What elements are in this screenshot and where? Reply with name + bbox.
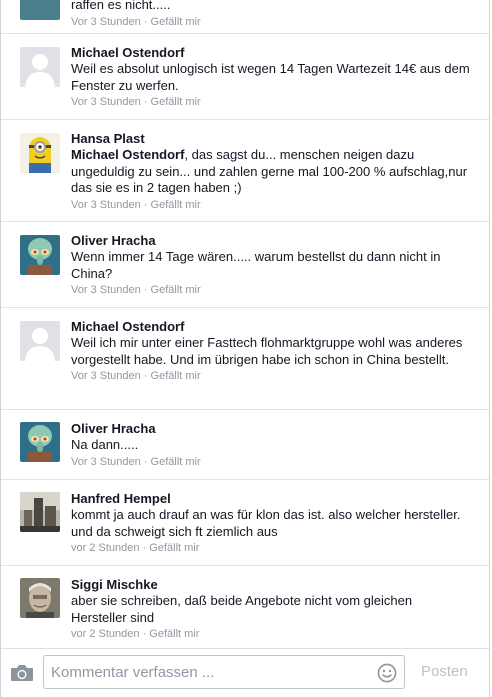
- comment-author[interactable]: Michael Ostendorf: [71, 44, 471, 61]
- comment: Siggi Mischke aber sie schreiben, daß be…: [1, 566, 489, 652]
- city-photo-avatar-icon: [20, 492, 60, 532]
- default-avatar-icon: [20, 321, 60, 361]
- comment: Hanfred Hempel kommt ja auch drauf an wa…: [1, 480, 489, 566]
- comment-meta: Vor 3 Stunden · Gefällt mir: [71, 198, 201, 211]
- comment-time[interactable]: Vor 3 Stunden: [71, 199, 141, 211]
- comment-author[interactable]: Michael Ostendorf: [71, 318, 471, 335]
- camera-icon[interactable]: [10, 664, 34, 682]
- comment-meta: vor 2 Stunden · Gefällt mir: [71, 628, 200, 640]
- comment-input-wrapper: [43, 655, 405, 689]
- portrait-photo-avatar-icon: [20, 578, 60, 618]
- comment-text: Wenn immer 14 Tage wären..... warum best…: [71, 249, 441, 281]
- comment-time[interactable]: Vor 3 Stunden: [71, 370, 141, 382]
- comment: Oliver Hracha Na dann..... Vor 3 Stunden…: [1, 410, 489, 480]
- like-link[interactable]: Gefällt mir: [149, 542, 199, 554]
- comment-meta: vor 2 Stunden · Gefällt mir: [71, 542, 200, 554]
- avatar[interactable]: [20, 133, 60, 173]
- comment-time[interactable]: Vor 3 Stunden: [71, 16, 141, 28]
- like-link[interactable]: Gefällt mir: [151, 96, 201, 108]
- comment-text: Weil es absolut unlogisch ist wegen 14 T…: [71, 61, 470, 93]
- comment-author[interactable]: Oliver Hracha: [71, 420, 471, 437]
- comments-panel: raffen es nicht..... Vor 3 Stunden · Gef…: [0, 0, 490, 697]
- avatar[interactable]: [20, 321, 60, 361]
- comment-time[interactable]: vor 2 Stunden: [71, 542, 140, 554]
- minion-avatar-icon: [20, 133, 60, 173]
- mention-link[interactable]: Michael Ostendorf: [71, 147, 184, 162]
- comment-time[interactable]: Vor 3 Stunden: [71, 456, 141, 468]
- comment-text: raffen es nicht.....: [71, 0, 171, 12]
- like-link[interactable]: Gefällt mir: [151, 370, 201, 382]
- avatar[interactable]: [20, 492, 60, 532]
- comment-text: kommt ja auch drauf an was für klon das …: [71, 507, 461, 539]
- comment-author[interactable]: Hanfred Hempel: [71, 490, 471, 507]
- comment-meta: Vor 3 Stunden · Gefällt mir: [71, 370, 201, 382]
- comment-partial: raffen es nicht..... Vor 3 Stunden · Gef…: [1, 0, 489, 34]
- comment-text: Weil ich mir unter einer Fasttech flohma…: [71, 335, 463, 367]
- avatar[interactable]: [20, 47, 60, 87]
- comment-author[interactable]: Siggi Mischke: [71, 576, 471, 593]
- avatar[interactable]: [20, 0, 60, 20]
- avatar[interactable]: [20, 235, 60, 275]
- comment-author[interactable]: Hansa Plast: [71, 130, 471, 147]
- like-link[interactable]: Gefällt mir: [149, 628, 199, 640]
- comment-meta: Vor 3 Stunden · Gefällt mir: [71, 15, 201, 28]
- default-avatar-icon: [20, 47, 60, 87]
- avatar[interactable]: [20, 578, 60, 618]
- smiley-icon[interactable]: [377, 663, 397, 683]
- comment-author[interactable]: Oliver Hracha: [71, 232, 471, 249]
- comment: Oliver Hracha Wenn immer 14 Tage wären..…: [1, 222, 489, 308]
- comment-time[interactable]: Vor 3 Stunden: [71, 96, 141, 108]
- like-link[interactable]: Gefällt mir: [151, 456, 201, 468]
- comment: Michael Ostendorf Weil ich mir unter ein…: [1, 308, 489, 410]
- comment-time[interactable]: Vor 3 Stunden: [71, 284, 141, 296]
- comment-meta: Vor 3 Stunden · Gefällt mir: [71, 96, 201, 108]
- post-button[interactable]: Posten: [421, 663, 468, 680]
- comment: Hansa Plast Michael Ostendorf, das sagst…: [1, 120, 489, 222]
- comment-text: aber sie schreiben, daß beide Angebote n…: [71, 593, 413, 625]
- like-link[interactable]: Gefällt mir: [151, 284, 201, 296]
- comment-time[interactable]: vor 2 Stunden: [71, 628, 140, 640]
- squidward-avatar-icon: [20, 235, 60, 275]
- comment-composer: Posten: [1, 648, 489, 697]
- squidward-avatar-icon: [20, 422, 60, 462]
- avatar[interactable]: [20, 422, 60, 462]
- like-link[interactable]: Gefällt mir: [151, 199, 201, 211]
- comment-text: Na dann.....: [71, 437, 139, 452]
- comment-input[interactable]: [51, 662, 366, 682]
- like-link[interactable]: Gefällt mir: [151, 16, 201, 28]
- comment-meta: Vor 3 Stunden · Gefällt mir: [71, 455, 201, 468]
- comment-meta: Vor 3 Stunden · Gefällt mir: [71, 284, 201, 296]
- comment-text: Michael Ostendorf, das sagst du... mensc…: [71, 147, 471, 197]
- comment: Michael Ostendorf Weil es absolut unlogi…: [1, 34, 489, 120]
